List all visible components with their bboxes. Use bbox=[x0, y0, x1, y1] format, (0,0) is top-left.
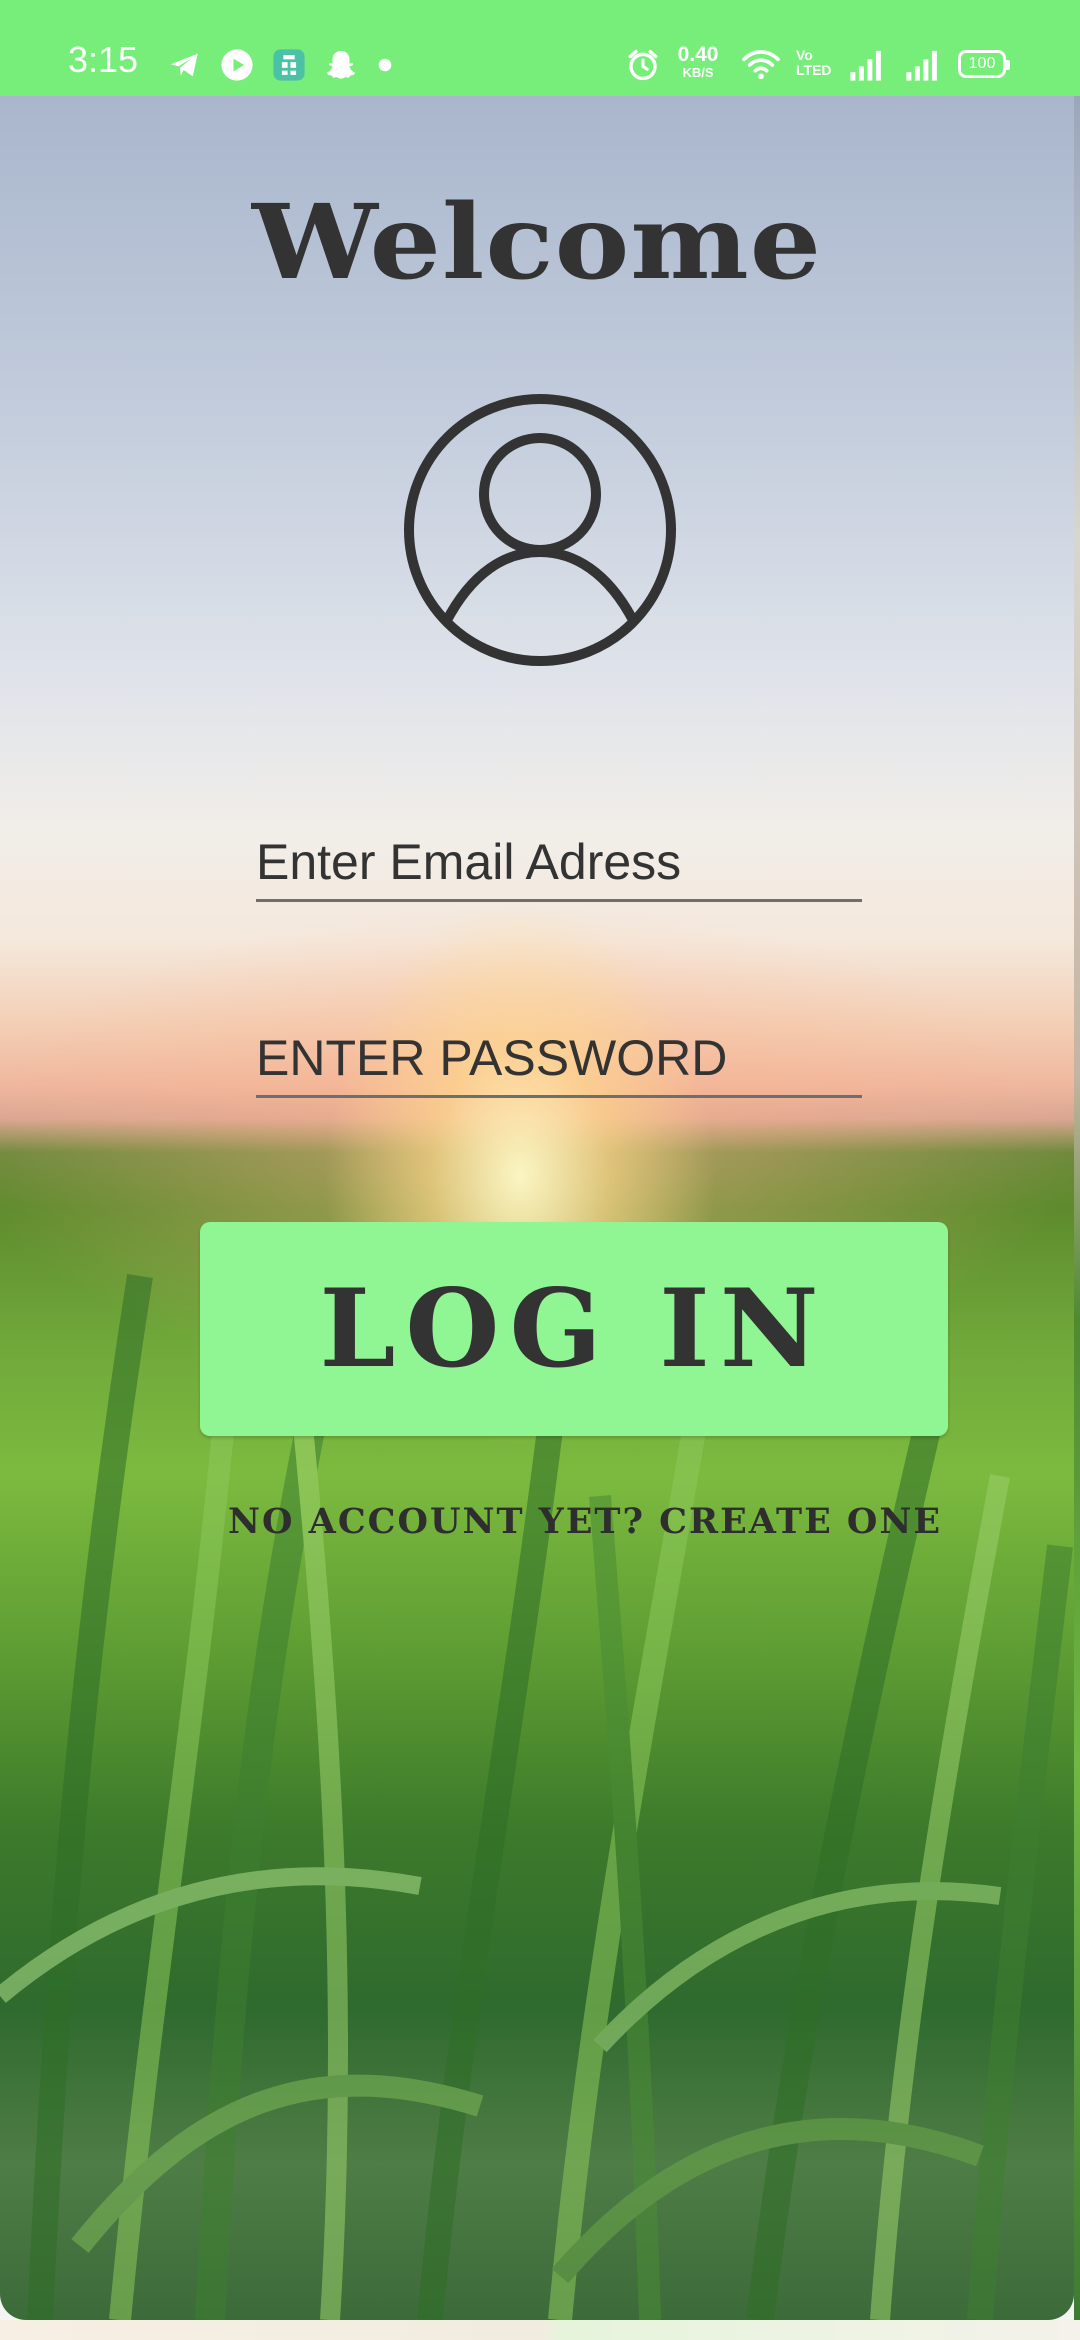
play-icon bbox=[220, 48, 254, 82]
volte-line1: Vo bbox=[796, 47, 813, 63]
status-bar: 3:15 0.40 KB/S Vo LTED 100 bbox=[0, 0, 1080, 96]
volte-line2: LTED bbox=[796, 62, 832, 78]
email-field bbox=[256, 826, 862, 902]
create-account-link[interactable]: NO ACCOUNT YET? CREATE ONE bbox=[228, 1500, 968, 1544]
alarm-icon bbox=[626, 48, 660, 82]
wifi-icon bbox=[740, 48, 782, 82]
signal-icon bbox=[902, 48, 942, 82]
password-input[interactable] bbox=[256, 1022, 862, 1094]
dot-icon bbox=[378, 58, 392, 72]
volte-indicator: Vo LTED bbox=[796, 48, 832, 78]
network-speed-value: 0.40 bbox=[677, 43, 719, 66]
battery-indicator: 100 bbox=[958, 50, 1010, 78]
password-field bbox=[256, 1022, 862, 1098]
welcome-title: Welcome bbox=[251, 182, 823, 303]
app-screen: 3:15 0.40 KB/S Vo LTED 100 Welcome Enter… bbox=[0, 0, 1080, 2340]
telegram-icon bbox=[168, 48, 202, 82]
email-input[interactable] bbox=[256, 826, 862, 898]
network-speed-unit: KB/S bbox=[682, 65, 714, 80]
edge-strip bbox=[1074, 96, 1080, 2320]
network-speed: 0.40 KB/S bbox=[672, 44, 724, 80]
account-circle-icon bbox=[402, 392, 678, 668]
signal-icon bbox=[846, 48, 886, 82]
bottom-strip bbox=[0, 2320, 1080, 2340]
login-button[interactable]: LOG IN bbox=[200, 1222, 948, 1436]
snapchat-icon bbox=[324, 48, 358, 82]
status-time: 3:15 bbox=[68, 39, 139, 80]
app-icon bbox=[272, 48, 306, 82]
login-button-label: LOG IN bbox=[319, 1266, 829, 1392]
